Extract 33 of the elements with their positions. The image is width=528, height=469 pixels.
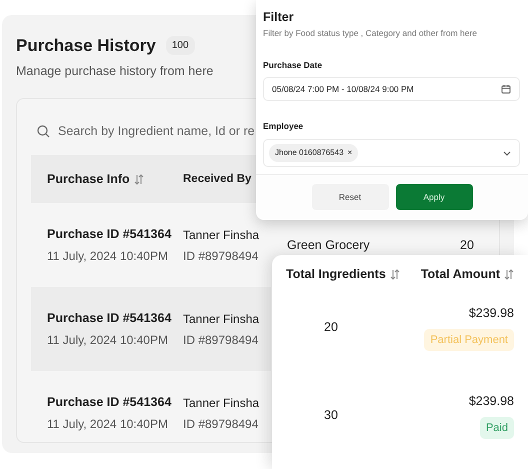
receiver-id: ID #89798494 <box>183 332 260 349</box>
count-badge: 100 <box>166 36 195 56</box>
receiver-name: Tanner Finsha <box>183 394 260 412</box>
purchase-id: Purchase ID #541364 <box>47 310 172 328</box>
column-header: Total Amount <box>420 266 500 283</box>
purchase-date: 11 July, 2024 10:40PM <box>47 248 169 266</box>
field-label: Employee <box>263 120 304 133</box>
receiver-name: Tanner Finsha <box>183 226 260 244</box>
purchase-id: Purchase ID #541364 <box>47 226 172 244</box>
purchase-date: 11 July, 2024 10:40PM <box>47 416 169 434</box>
amount-text: $239.98 <box>468 305 514 322</box>
supplier-name: Green Grocery <box>287 236 371 254</box>
purchase-date: 11 July, 2024 10:40PM <box>47 332 169 350</box>
amount-text: $239.98 <box>468 393 514 410</box>
filter-subtitle: Filter by Food status type , Category and other from here <box>263 26 478 40</box>
column-header: Purchase Info <box>47 170 130 188</box>
filter-title: Filter <box>263 9 295 26</box>
receiver-name: Tanner Finsha <box>183 310 260 328</box>
column-header: Total Ingredients <box>286 266 386 283</box>
date-range-value: 05/08/24 7:00 PM - 10/08/24 9:00 PM <box>272 82 414 96</box>
tag-text: Jhone 0160876543 <box>275 147 344 159</box>
status-badge: Partial Payment <box>424 328 514 352</box>
column-header: Received By <box>183 172 252 187</box>
table-cell-text: 30 <box>323 407 339 424</box>
receiver-id: ID #89798494 <box>183 416 260 433</box>
field-label: Purchase Date <box>263 58 324 72</box>
receiver-id: ID #89798494 <box>183 248 260 265</box>
page-title: Purchase History <box>16 35 156 57</box>
purchase-id: Purchase ID #541364 <box>47 394 172 412</box>
table-cell-text: 20 <box>459 236 475 254</box>
table-cell-text: 20 <box>323 319 339 336</box>
page-subtitle: Manage purchase history from here <box>16 62 214 80</box>
status-badge: Paid <box>480 416 514 440</box>
